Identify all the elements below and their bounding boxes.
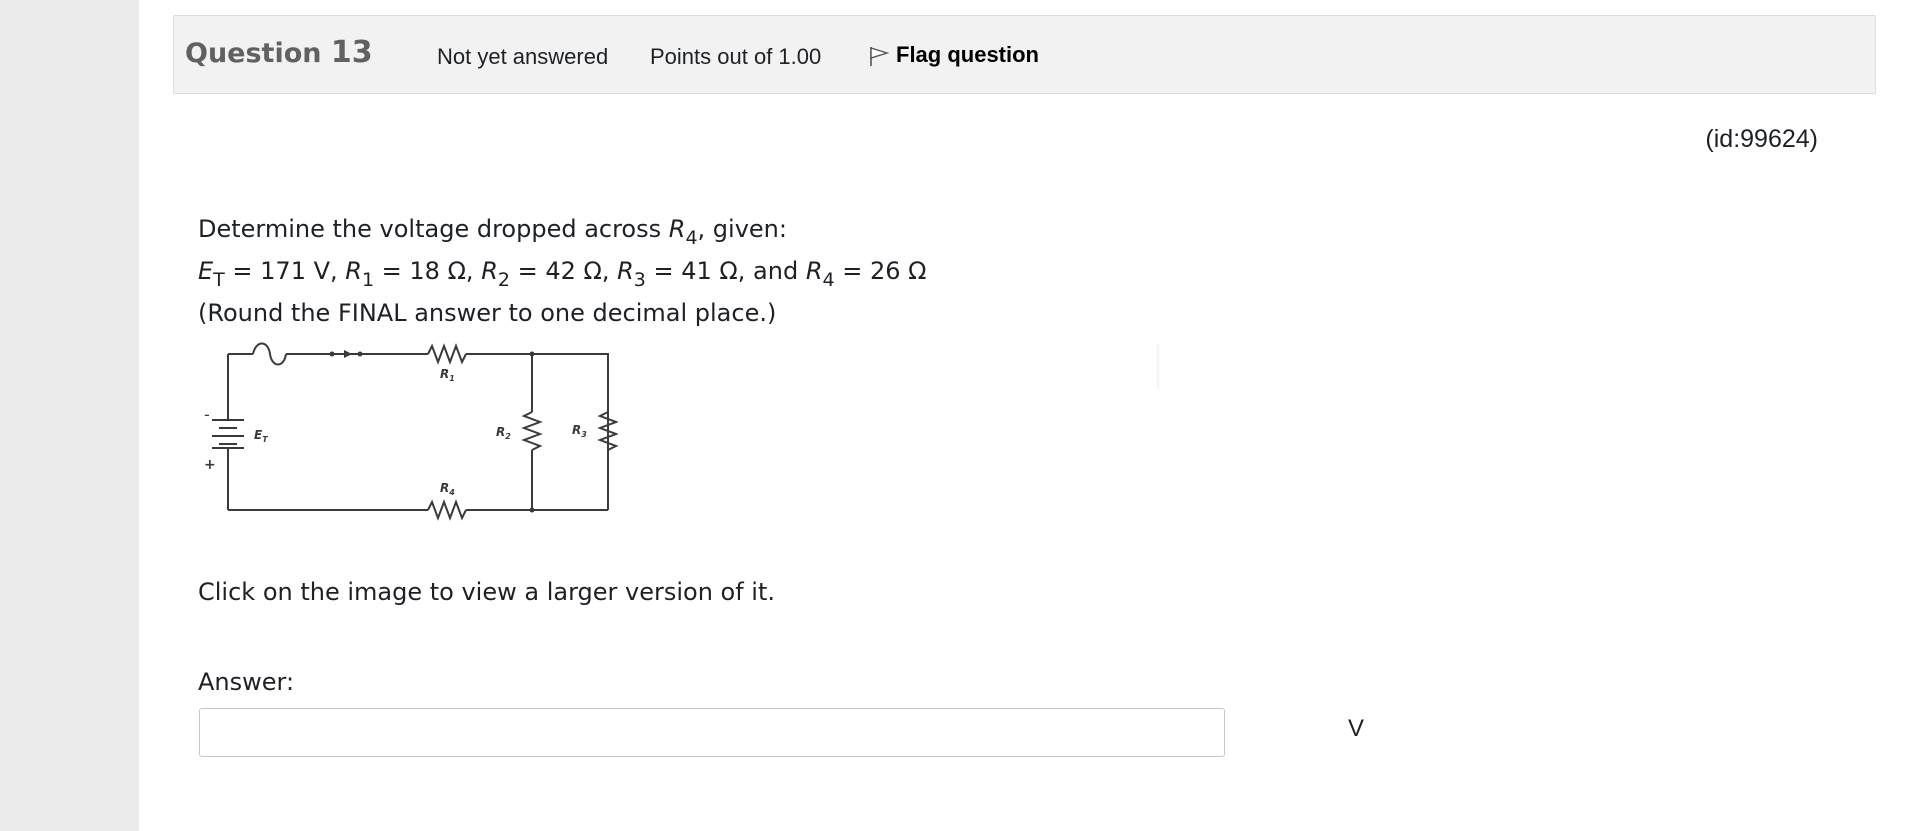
label-et: ET xyxy=(254,428,268,444)
battery-minus-sign: - xyxy=(204,405,210,424)
enlarge-image-note: Click on the image to view a larger vers… xyxy=(198,578,776,606)
flag-question-button[interactable]: Flag question xyxy=(868,38,1039,72)
question-grade: Points out of 1.00 xyxy=(650,44,822,69)
question-text: Determine the voltage dropped across R4,… xyxy=(198,208,926,334)
question-state: Not yet answered xyxy=(437,44,609,69)
answer-unit: V xyxy=(1348,715,1365,742)
battery-plus-sign: + xyxy=(204,457,216,473)
question-line-1: Determine the voltage dropped across R4,… xyxy=(198,215,787,249)
flag-icon[interactable] xyxy=(868,39,896,72)
label-r4: R4 xyxy=(440,481,455,497)
left-drawer-rail xyxy=(0,0,139,831)
answer-input[interactable] xyxy=(199,708,1225,757)
question-id: (id:99624) xyxy=(1705,125,1818,153)
question-line-givens: ET = 171 V, R1 = 18 Ω, R2 = 42 Ω, R3 = 4… xyxy=(198,257,927,291)
circuit-diagram-image[interactable]: - + ET R1 R2 R3 R4 xyxy=(198,340,619,529)
label-r1: R1 xyxy=(440,367,455,383)
question-title-label: Question xyxy=(185,38,322,69)
question-title: Question 13 xyxy=(185,35,373,70)
flag-question-label[interactable]: Flag question xyxy=(896,42,1039,68)
divider-artifact xyxy=(1157,343,1159,389)
question-round-note: (Round the FINAL answer to one decimal p… xyxy=(198,299,777,327)
label-r2: R2 xyxy=(496,425,511,441)
answer-label: Answer: xyxy=(198,668,295,696)
question-number: 13 xyxy=(330,35,373,70)
question-info-bar: Question 13 Not yet answered Points out … xyxy=(173,15,1876,94)
label-r3: R3 xyxy=(572,423,587,439)
